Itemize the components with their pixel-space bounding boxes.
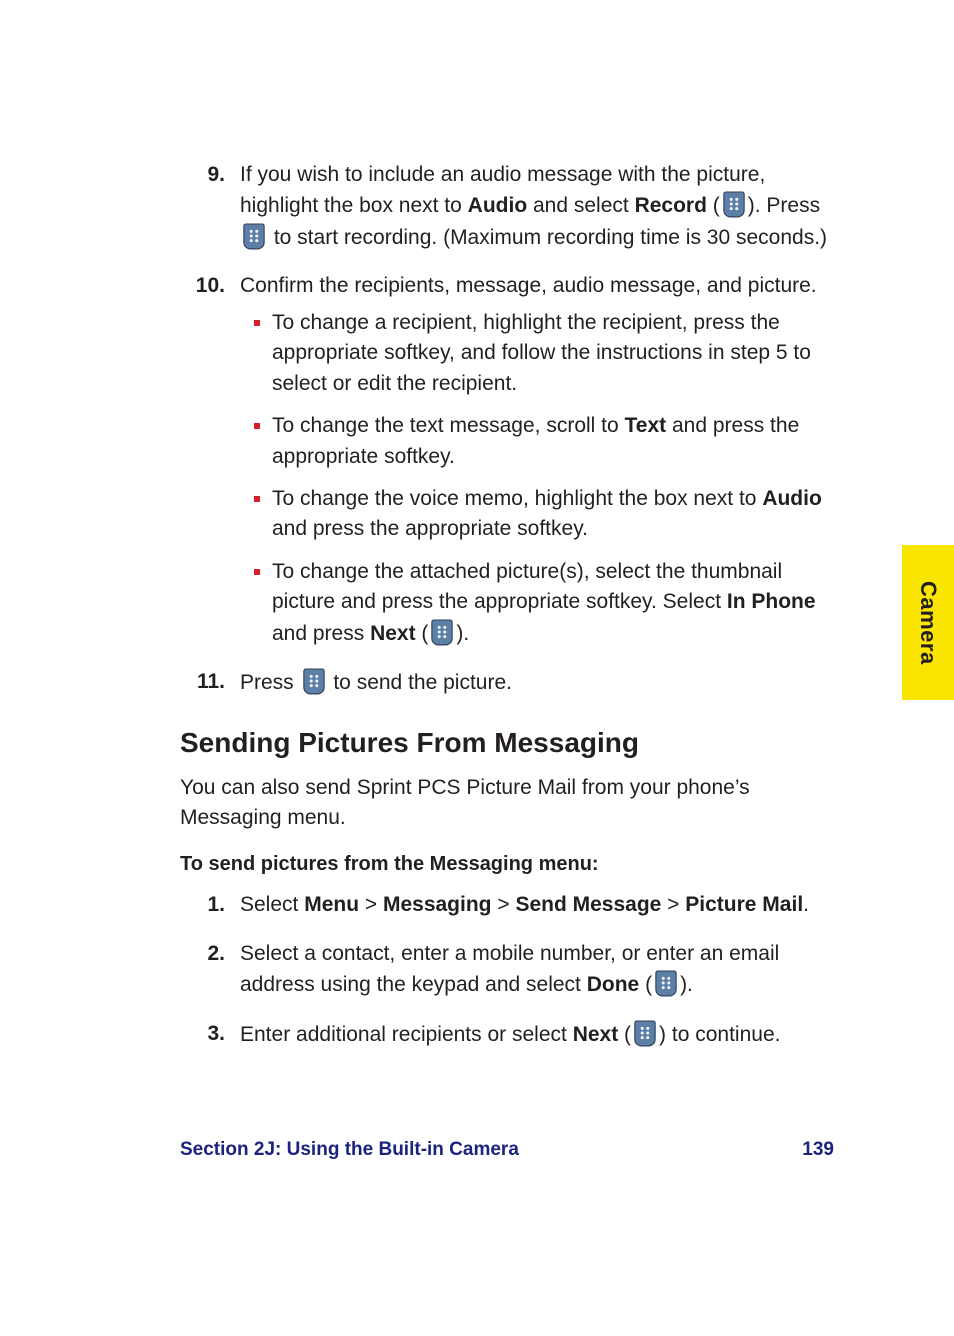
step-number: 2. [180, 939, 225, 969]
page: Camera 9. If you wish to include an audi… [0, 0, 954, 1336]
step-9: 9. If you wish to include an audio messa… [180, 160, 834, 253]
softkey-icon [722, 190, 746, 218]
footer-section-title: Section 2J: Using the Built-in Camera [180, 1139, 519, 1161]
intro-paragraph: You can also send Sprint PCS Picture Mai… [180, 773, 834, 834]
sub-item: To change the text message, scroll to Te… [240, 411, 834, 472]
sub-item: To change the voice memo, highlight the … [240, 484, 834, 545]
step-b3: 3. Enter additional recipients or select… [180, 1019, 834, 1050]
page-number: 139 [802, 1139, 834, 1161]
sub-item: To change the attached picture(s), selec… [240, 557, 834, 649]
softkey-icon [242, 222, 266, 250]
step-text: If you wish to include an audio message … [240, 163, 827, 249]
step-text: Select a contact, enter a mobile number,… [240, 942, 779, 996]
page-footer: Section 2J: Using the Built-in Camera 13… [180, 1139, 834, 1161]
ordered-steps-part1: 9. If you wish to include an audio messa… [180, 160, 834, 699]
section-heading: Sending Pictures From Messaging [180, 727, 834, 759]
step-b1: 1. Select Menu > Messaging > Send Messag… [180, 890, 834, 920]
softkey-icon [302, 667, 326, 695]
step-text: Confirm the recipients, message, audio m… [240, 274, 817, 297]
lead-in: To send pictures from the Messaging menu… [180, 853, 834, 876]
section-tab-label: Camera [915, 581, 941, 665]
step-number: 11. [180, 667, 225, 697]
ordered-steps-part2: 1. Select Menu > Messaging > Send Messag… [180, 890, 834, 1050]
step-text: Enter additional recipients or select Ne… [240, 1023, 780, 1046]
softkey-icon [633, 1019, 657, 1047]
step-number: 9. [180, 160, 225, 190]
section-tab: Camera [902, 545, 954, 700]
softkey-icon [654, 969, 678, 997]
softkey-icon [430, 618, 454, 646]
step-text: Press to send the picture. [240, 671, 512, 694]
sub-item: To change a recipient, highlight the rec… [240, 308, 834, 399]
step-10-sublist: To change a recipient, highlight the rec… [240, 308, 834, 649]
step-text: Select Menu > Messaging > Send Message >… [240, 893, 809, 916]
step-10: 10. Confirm the recipients, message, aud… [180, 271, 834, 649]
step-number: 10. [180, 271, 225, 301]
step-11: 11. Press to send the picture. [180, 667, 834, 698]
step-b2: 2. Select a contact, enter a mobile numb… [180, 939, 834, 1001]
step-number: 3. [180, 1019, 225, 1049]
step-number: 1. [180, 890, 225, 920]
